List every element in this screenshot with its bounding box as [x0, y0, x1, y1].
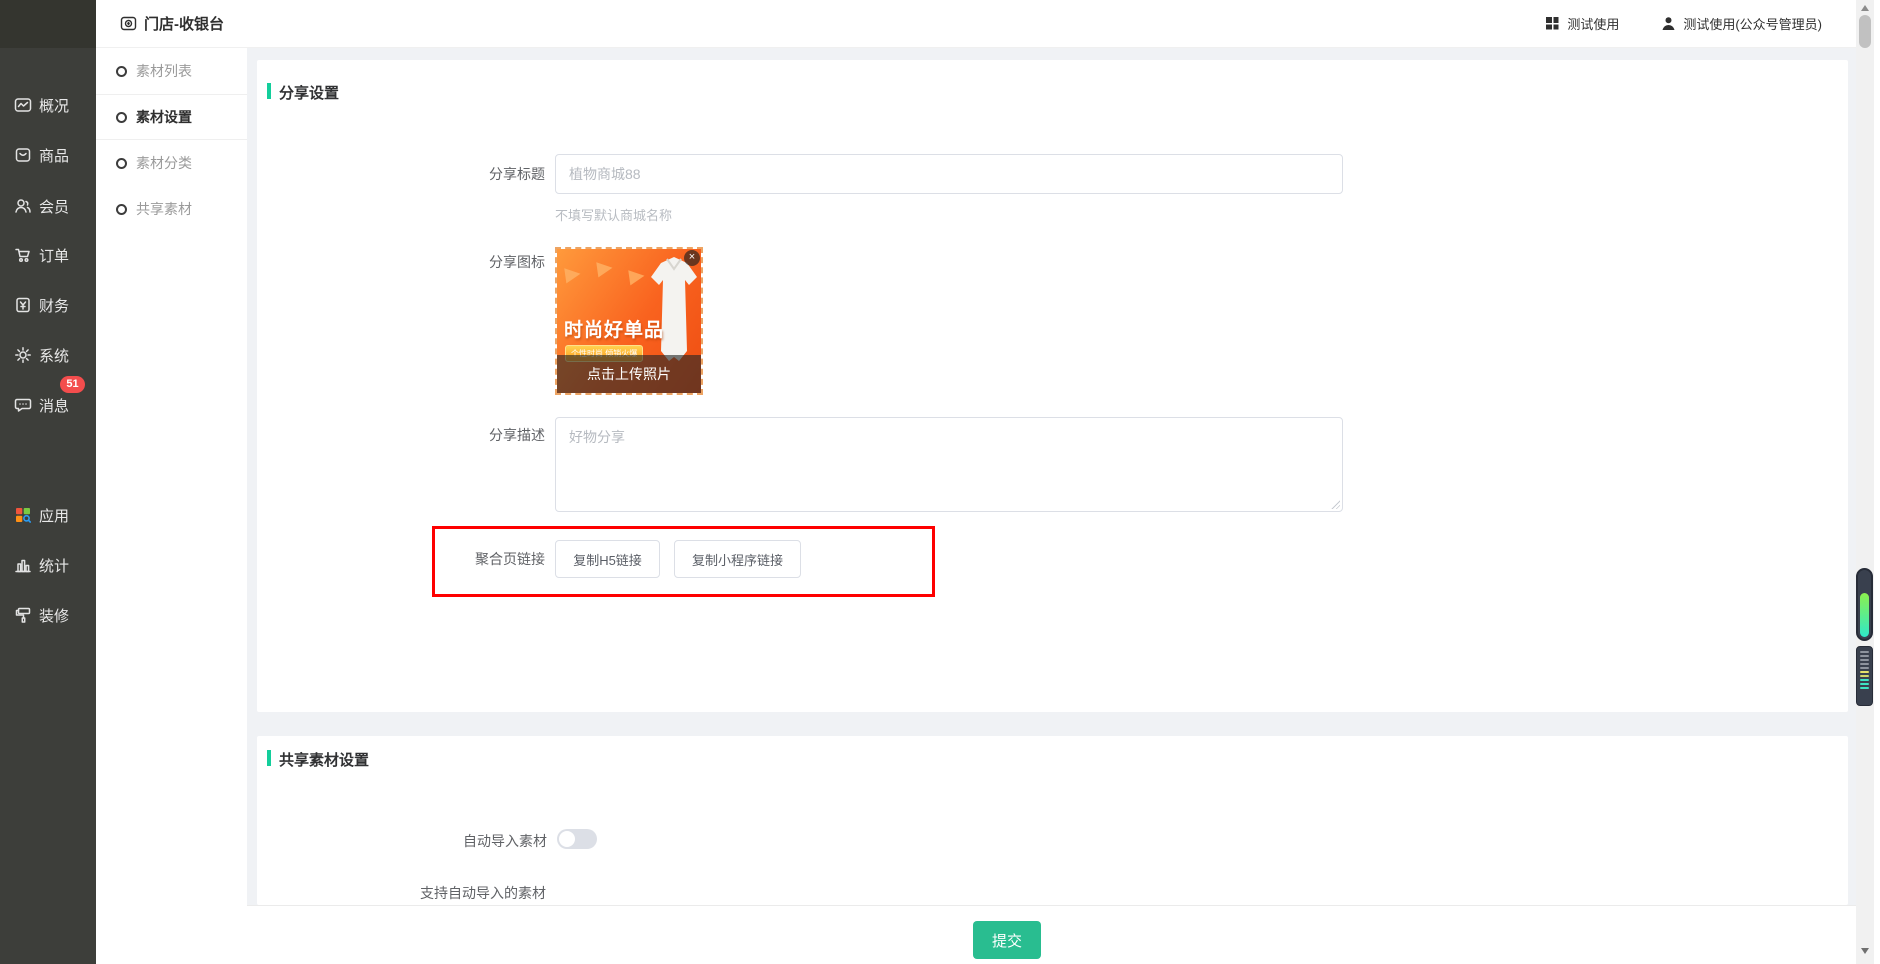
account-label: 测试使用(公众号管理员)	[1683, 17, 1822, 32]
submenu-item-material-settings[interactable]: 素材设置	[96, 94, 247, 140]
banner-arrow-decoration: ▶	[563, 262, 582, 286]
scroll-down-arrow-icon[interactable]	[1861, 948, 1869, 954]
breadcrumb: 门店-收银台	[96, 13, 224, 34]
form-footer	[247, 905, 1856, 964]
sidebar-item-orders[interactable]: 订单	[0, 237, 96, 273]
decorate-icon	[13, 606, 32, 625]
sidebar-item-apps[interactable]: 应用	[0, 497, 96, 533]
scroll-up-arrow-icon[interactable]	[1861, 5, 1869, 11]
members-icon	[13, 197, 32, 216]
sidebar-item-label: 装修	[39, 607, 70, 625]
submenu-item-material-categories[interactable]: 素材分类	[96, 140, 247, 186]
submenu-item-shared-material[interactable]: 共享素材	[96, 186, 247, 232]
store-cashier-icon	[120, 15, 137, 32]
sidebar-item-label: 应用	[39, 507, 70, 525]
sidebar-item-decorate[interactable]: 装修	[0, 597, 96, 633]
messages-badge: 51	[60, 376, 85, 393]
submenu-label: 素材分类	[136, 155, 192, 171]
messages-icon	[13, 396, 32, 415]
share-desc-textarea[interactable]: 好物分享	[555, 417, 1343, 512]
scroll-minimap-widget	[1856, 646, 1873, 706]
share-icon-uploader[interactable]: ▶ ▶ ▶ 时尚好单品 个性时尚 倾销火爆 点击上传照片 ×	[555, 247, 703, 395]
user-icon	[1662, 17, 1675, 30]
sidebar-item-finance[interactable]: 财务	[0, 287, 96, 323]
section-accent-bar	[267, 83, 271, 99]
logo-area	[0, 0, 96, 48]
scrollbar-thumb[interactable]	[1859, 15, 1871, 48]
apps-icon	[13, 506, 32, 525]
overview-icon	[13, 96, 32, 115]
toggle-knob	[559, 831, 575, 847]
sidebar-item-label: 财务	[39, 297, 70, 315]
section-title-share: 分享设置	[279, 85, 340, 102]
sidebar-item-label: 消息	[39, 397, 70, 415]
material-submenu: 素材列表 素材设置 素材分类 共享素材	[96, 48, 247, 964]
share-settings-card: 分享设置 分享标题 植物商城88 不填写默认商城名称 分享图标 ▶ ▶ ▶ 时尚…	[257, 60, 1848, 712]
sidebar-item-system[interactable]: 系统	[0, 337, 96, 373]
finance-icon	[13, 296, 32, 315]
share-icon-banner-image: ▶ ▶ ▶ 时尚好单品 个性时尚 倾销火爆 点击上传照片	[557, 249, 701, 393]
scrollbar-gutter	[1856, 0, 1874, 964]
orders-icon	[13, 246, 32, 265]
share-title-input[interactable]: 植物商城88	[555, 154, 1343, 194]
submenu-item-material-list[interactable]: 素材列表	[96, 48, 247, 94]
workspace-label: 测试使用	[1567, 17, 1620, 32]
circle-icon	[116, 157, 127, 169]
share-title-value: 植物商城88	[569, 166, 641, 182]
share-title-label: 分享标题	[489, 166, 545, 182]
share-icon-label: 分享图标	[489, 254, 545, 270]
header-actions: 测试使用 测试使用(公众号管理员)	[1545, 14, 1856, 33]
copy-miniprogram-link-button[interactable]: 复制小程序链接	[674, 540, 801, 578]
sidebar-item-label: 系统	[39, 347, 70, 365]
banner-title-text: 时尚好单品	[564, 320, 665, 341]
circle-icon	[116, 65, 127, 77]
goods-icon	[13, 146, 32, 165]
section-title-shared-material: 共享素材设置	[279, 752, 370, 769]
sidebar-item-messages[interactable]: 消息	[0, 387, 96, 423]
copy-h5-link-button[interactable]: 复制H5链接	[555, 540, 660, 578]
share-desc-label: 分享描述	[489, 427, 545, 443]
circle-icon	[116, 111, 127, 123]
grid-icon	[1546, 17, 1559, 30]
supported-import-label: 支持自动导入的素材	[420, 885, 546, 901]
submenu-label: 共享素材	[136, 201, 192, 217]
sidebar-item-stats[interactable]: 统计	[0, 547, 96, 583]
sidebar-item-label: 订单	[39, 247, 70, 265]
workspace-switcher[interactable]: 测试使用	[1545, 14, 1619, 33]
sidebar-item-label: 会员	[39, 198, 70, 216]
auto-import-label: 自动导入素材	[463, 833, 547, 849]
section-accent-bar	[267, 750, 271, 766]
upload-photo-text: 点击上传照片	[587, 366, 671, 382]
upload-photo-overlay[interactable]: 点击上传照片	[557, 355, 701, 393]
submenu-label: 素材设置	[136, 109, 192, 125]
auto-import-toggle[interactable]	[557, 829, 597, 849]
main-sidebar: 概况 商品 会员 订单 财务 系统 消息 51 应用 统计 装修	[0, 0, 96, 964]
textarea-resize-handle[interactable]	[1330, 499, 1340, 509]
sidebar-item-members[interactable]: 会员	[0, 188, 96, 224]
shared-material-settings-card: 共享素材设置 自动导入素材 支持自动导入的素材	[257, 736, 1848, 905]
system-icon	[13, 346, 32, 365]
sidebar-item-overview[interactable]: 概况	[0, 87, 96, 123]
aggregate-link-label: 聚合页链接	[475, 551, 545, 567]
sidebar-item-goods[interactable]: 商品	[0, 137, 96, 173]
remove-image-button[interactable]: ×	[684, 250, 700, 266]
scroll-progress-fill	[1860, 593, 1869, 637]
sidebar-item-label: 概况	[39, 97, 70, 115]
share-title-hint: 不填写默认商城名称	[555, 208, 673, 223]
banner-arrow-decoration: ▶	[595, 256, 614, 280]
submit-button[interactable]: 提交	[973, 921, 1041, 959]
stats-icon	[13, 556, 32, 575]
scroll-progress-widget	[1856, 568, 1873, 641]
share-desc-value: 好物分享	[569, 429, 625, 445]
page-title: 门店-收银台	[144, 16, 224, 33]
sidebar-item-label: 统计	[39, 557, 70, 575]
circle-icon	[116, 203, 127, 215]
submenu-label: 素材列表	[136, 63, 192, 79]
top-header: 门店-收银台 测试使用 测试使用(公众号管理员)	[96, 0, 1856, 48]
account-menu[interactable]: 测试使用(公众号管理员)	[1661, 14, 1822, 33]
sidebar-item-label: 商品	[39, 147, 70, 165]
